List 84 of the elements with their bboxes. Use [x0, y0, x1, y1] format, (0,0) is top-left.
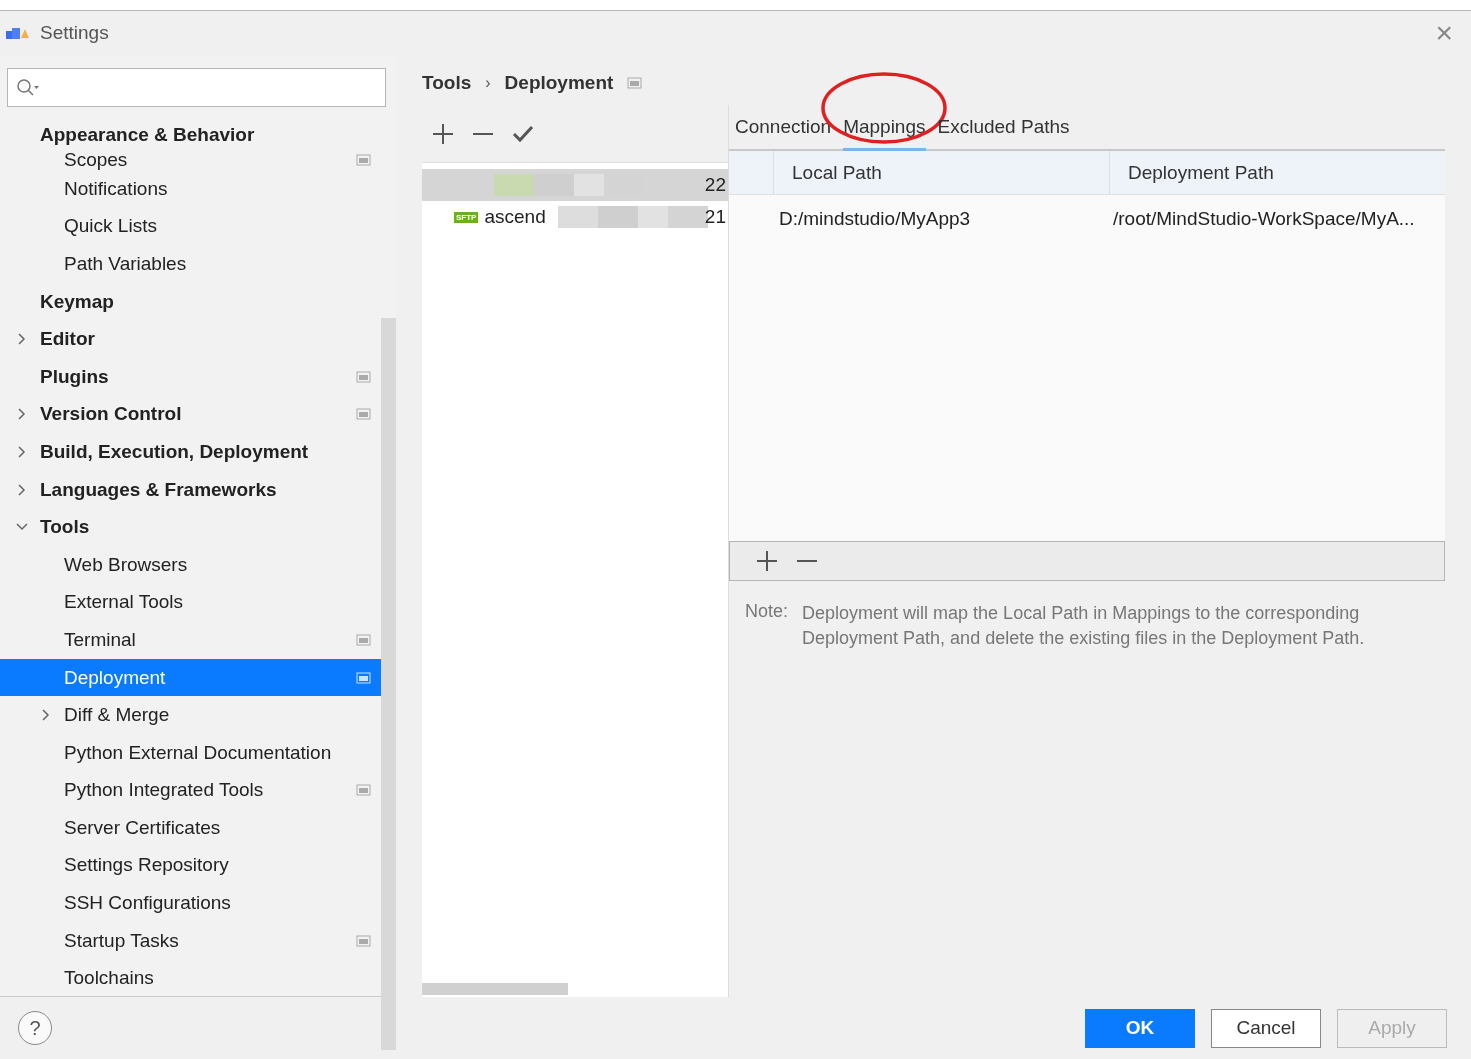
app-logo-icon — [6, 25, 32, 41]
tree-item-label: Web Browsers — [64, 553, 188, 576]
chevron-right-icon[interactable] — [16, 408, 28, 421]
sftp-badge: SFTP — [454, 211, 479, 223]
tree-item[interactable]: SSH Configurations — [0, 884, 381, 922]
tree-item[interactable]: Tools — [0, 508, 381, 546]
chevron-right-icon[interactable] — [16, 445, 28, 458]
scrollbar[interactable] — [422, 983, 568, 995]
tree-item-label: Startup Tasks — [64, 929, 179, 952]
tree-item-label: Path Variables — [64, 253, 187, 275]
tab[interactable]: Connection — [735, 116, 832, 151]
tree-item[interactable]: Toolchains — [0, 959, 381, 996]
tree-item-label: Python External Documentation — [64, 741, 332, 764]
tree-item[interactable]: Diff & Merge — [0, 696, 381, 734]
tab[interactable]: Excluded Paths — [937, 116, 1070, 151]
tree-item[interactable]: Keymap — [0, 282, 381, 321]
tree-item-label: Version Control — [40, 403, 182, 426]
tree-item[interactable]: Appearance & Behavior — [0, 121, 381, 149]
minus-icon — [796, 560, 818, 562]
server-port: 21 — [704, 206, 726, 228]
tree-item[interactable]: Version Control — [0, 395, 381, 434]
tree-item-label: Settings Repository — [64, 854, 229, 877]
tree-item-label: Python Integrated Tools — [64, 779, 264, 802]
minus-icon — [472, 132, 494, 135]
breadcrumb-item: Tools — [422, 72, 472, 94]
tree-item[interactable]: Python External Documentation — [0, 733, 381, 772]
tree-item-label: Appearance & Behavior — [40, 124, 255, 146]
add-button[interactable] — [754, 548, 780, 574]
window-icon — [627, 77, 643, 89]
tree-item[interactable]: Terminal — [0, 621, 381, 659]
note-text: Deployment will map the Local Path in Mappings to the corresponding Deployment Path, and delete the existing files in the Deployment Path. — [802, 602, 1366, 650]
plus-icon — [756, 550, 778, 572]
tree-item-label: Toolchains — [64, 967, 154, 990]
chevron-right-icon[interactable] — [16, 333, 28, 346]
note-label: Note: — [745, 601, 789, 623]
tree-item[interactable]: External Tools — [0, 583, 381, 622]
tree-item[interactable]: Quick Lists — [0, 207, 381, 246]
tree-item-label: SSH Configurations — [64, 892, 231, 915]
tree-item[interactable]: Languages & Frameworks — [0, 470, 381, 509]
tree-item[interactable]: Path Variables — [0, 245, 381, 283]
window-title: Settings — [40, 22, 109, 44]
tree-item[interactable]: Scopes — [0, 149, 381, 170]
tree-item[interactable]: Settings Repository — [0, 846, 381, 885]
tree-item-label: Deployment — [64, 666, 166, 689]
breadcrumb-item: Deployment — [504, 72, 614, 94]
scrollbar[interactable] — [381, 318, 396, 1050]
chevron-right-icon[interactable] — [16, 483, 28, 496]
ok-button[interactable]: OK — [1085, 1008, 1195, 1048]
breadcrumb-separator: › — [485, 74, 491, 92]
tree-item-label: External Tools — [64, 591, 183, 614]
tree-item[interactable]: Notifications — [0, 170, 381, 208]
tree-item-label: Notifications — [64, 177, 168, 200]
tree-item-label: Keymap — [40, 290, 114, 313]
table-cell-text: /root/MindStudio-WorkSpace/MyA... — [1112, 208, 1416, 230]
search-icon — [16, 77, 40, 98]
tree-item[interactable]: Python Integrated Tools — [0, 771, 381, 810]
tree-item-label: Plugins — [40, 365, 109, 388]
tree-item-label: Languages & Frameworks — [40, 478, 277, 501]
search-field[interactable] — [7, 68, 386, 107]
server-port: 22 — [704, 174, 726, 196]
tree-item-label: Diff & Merge — [64, 704, 170, 727]
tree-item[interactable]: Build, Execution, Deployment — [0, 433, 381, 471]
tree-item-label: Tools — [40, 516, 90, 539]
tree-item[interactable]: Web Browsers — [0, 545, 381, 584]
tree-item-label: Terminal — [64, 628, 136, 651]
column-header[interactable]: Deployment Path — [1109, 151, 1445, 194]
help-button[interactable]: ? — [18, 1011, 52, 1045]
server-name: ascend — [484, 206, 546, 228]
table-cell-text: D:/mindstudio/MyApp3 — [778, 208, 972, 230]
tree-item[interactable]: Server Certificates — [0, 809, 381, 847]
column-header[interactable]: Local Path — [773, 151, 1109, 194]
tree-item-label: Server Certificates — [64, 816, 221, 839]
server-list-item[interactable]: 22 — [422, 169, 728, 201]
dialog-button[interactable]: Cancel — [1211, 1008, 1321, 1048]
tree-item-label: Scopes — [64, 148, 128, 171]
tree-item-label: Editor — [40, 328, 95, 351]
tree-item-label: Build, Execution, Deployment — [40, 440, 309, 463]
tree-item-label: Quick Lists — [64, 215, 157, 238]
plus-icon — [432, 122, 454, 145]
chevron-right-icon[interactable] — [40, 709, 52, 722]
tree-item[interactable]: Plugins — [0, 357, 381, 396]
tree-item[interactable]: Editor — [0, 320, 381, 358]
tree-item[interactable]: Startup Tasks — [0, 921, 381, 960]
selected-tree-item[interactable]: Deployment — [0, 658, 381, 697]
